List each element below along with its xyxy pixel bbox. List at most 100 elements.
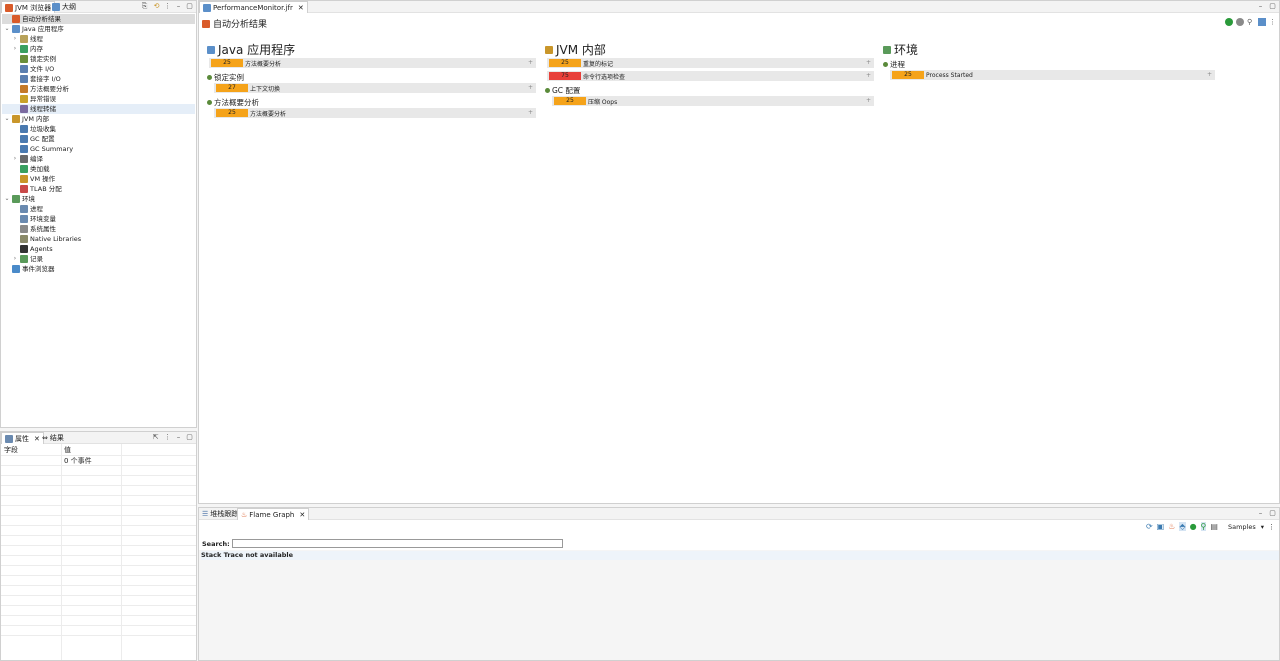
filter-icon[interactable] — [1236, 18, 1244, 26]
tree-item[interactable]: 方法概要分析 — [2, 84, 195, 94]
view-menu-icon[interactable]: ⋮ — [163, 2, 172, 11]
gc-config-icon — [20, 135, 28, 143]
chevron-down-icon[interactable]: ⌄ — [4, 114, 10, 124]
chevron-right-icon[interactable]: › — [12, 44, 18, 54]
result-label: 命令行选项检查 — [583, 73, 626, 81]
tree-item[interactable]: Native Libraries — [2, 234, 195, 244]
expand-icon[interactable]: + — [528, 58, 533, 68]
minimize-icon[interactable]: – — [1256, 2, 1265, 11]
env-vars-icon — [20, 215, 28, 223]
expand-icon[interactable]: + — [528, 108, 533, 118]
samples-select[interactable]: Samples ▾ — [1228, 523, 1264, 531]
close-icon[interactable]: ✕ — [298, 2, 304, 14]
chevron-down-icon[interactable]: ⌄ — [4, 24, 10, 34]
view-menu-icon[interactable]: ⋮ — [1268, 523, 1275, 531]
tab-jvm-browser[interactable]: JVM 浏览器 — [1, 1, 56, 13]
expand-icon[interactable]: + — [1207, 70, 1212, 80]
tab-properties[interactable]: 属性 ✕ — [1, 432, 44, 444]
result-row[interactable]: 27 上下文切换 + — [214, 83, 536, 93]
tree-item[interactable]: Agents — [2, 244, 195, 254]
tree-item[interactable]: 异常错误 — [2, 94, 195, 104]
tree-item[interactable]: 进程 — [2, 204, 195, 214]
tree-item[interactable]: 文件 I/O — [2, 64, 195, 74]
package-icon[interactable]: ● — [1190, 522, 1197, 531]
subsection-icon — [207, 75, 212, 80]
tree-item[interactable]: 事件浏览器 — [2, 264, 195, 274]
outline-icon — [52, 3, 60, 11]
result-row[interactable]: 25 方法概要分析 + — [209, 58, 536, 68]
tab-outline[interactable]: 大纲 — [49, 1, 79, 13]
tree-item[interactable]: 线程转储 — [2, 104, 195, 114]
result-row[interactable]: 25 重复的标记 + — [547, 58, 874, 68]
tree-item[interactable]: › 线程 — [2, 34, 195, 44]
refresh-icon[interactable]: ⟲ — [152, 2, 161, 11]
tree-item[interactable]: 套接字 I/O — [2, 74, 195, 84]
expand-icon[interactable]: + — [528, 83, 533, 93]
expand-icon[interactable]: + — [866, 58, 871, 68]
table-view-icon[interactable] — [1258, 18, 1266, 26]
tree-item-label: JVM 内部 — [22, 115, 50, 123]
flame-icon: ♨ — [241, 510, 248, 519]
reset-icon[interactable]: ⟳ — [1146, 522, 1153, 531]
tree-item[interactable]: ⌄ 环境 — [2, 194, 195, 204]
expand-icon[interactable]: + — [866, 96, 871, 106]
zoom-icon[interactable]: ⚲ — [1247, 18, 1255, 26]
tree-item[interactable]: ⌄ JVM 内部 — [2, 114, 195, 124]
connect-icon[interactable]: ⎘ — [140, 2, 149, 11]
maximize-icon[interactable]: ▢ — [185, 433, 194, 442]
tab-flame-graph[interactable]: ♨ Flame Graph ✕ — [237, 508, 310, 521]
minimize-icon[interactable]: – — [174, 2, 183, 11]
tree-item[interactable]: 类加载 — [2, 164, 195, 174]
chevron-down-icon[interactable]: ⌄ — [4, 194, 10, 204]
close-icon[interactable]: ✕ — [299, 509, 305, 521]
tab-stack-trace[interactable]: ☰ 堆栈跟踪 — [199, 508, 241, 520]
result-row[interactable]: 25 方法概要分析 + — [214, 108, 536, 118]
chevron-right-icon[interactable]: › — [12, 34, 18, 44]
view-menu-icon[interactable]: ⋮ — [1269, 18, 1276, 26]
tree-item-label: 异常错误 — [30, 95, 56, 103]
search-toggle-icon[interactable]: ⚲ — [1200, 522, 1207, 531]
chevron-right-icon[interactable]: › — [12, 254, 18, 264]
tree-item[interactable]: 环境变量 — [2, 214, 195, 224]
tree-item[interactable]: 自动分析结果 — [2, 14, 195, 24]
tab-results[interactable]: ⇔ 结果 — [39, 432, 67, 444]
analysis-icon — [12, 15, 20, 23]
ok-status-icon[interactable] — [1225, 18, 1233, 26]
maximize-icon[interactable]: ▢ — [1268, 2, 1277, 11]
tree-item[interactable]: › 内存 — [2, 44, 195, 54]
tree-item[interactable]: › 记录 — [2, 254, 195, 264]
search-input[interactable] — [231, 539, 563, 548]
chevron-right-icon[interactable]: › — [12, 154, 18, 164]
export-icon[interactable]: ▤ — [1210, 522, 1218, 531]
tree-item[interactable]: 垃圾收集 — [2, 124, 195, 134]
tree-item[interactable]: ⌄ Java 应用程序 — [2, 24, 195, 34]
minimize-icon[interactable]: – — [1256, 509, 1265, 518]
result-row[interactable]: 75 命令行选项检查 + — [547, 71, 874, 81]
java-app-icon — [12, 25, 20, 33]
subsection-title-text: GC 配置 — [552, 86, 581, 95]
tree-item[interactable]: VM 操作 — [2, 174, 195, 184]
section-title: JVM 内部 — [545, 41, 606, 58]
tab-label: 大纲 — [62, 3, 76, 11]
tab-performancemonitor[interactable]: PerformanceMonitor.jfr ✕ — [199, 1, 308, 13]
tree-item[interactable]: TLAB 分配 — [2, 184, 195, 194]
icicle-icon[interactable]: ⬘ — [1179, 522, 1186, 531]
flame-color-icon[interactable]: ♨ — [1168, 522, 1175, 531]
tree-item[interactable]: 系统属性 — [2, 224, 195, 234]
expand-icon[interactable]: + — [866, 71, 871, 81]
tree-item[interactable]: GC Summary — [2, 144, 195, 154]
tree-item-label: 文件 I/O — [30, 65, 55, 73]
result-row[interactable]: 25 压缩 Oops + — [552, 96, 874, 106]
view-menu-icon[interactable]: ⋮ — [163, 433, 172, 442]
minimize-icon[interactable]: – — [174, 433, 183, 442]
tree-item[interactable]: 锁定实例 — [2, 54, 195, 64]
socket-io-icon — [20, 75, 28, 83]
result-label: 重复的标记 — [583, 60, 614, 68]
maximize-icon[interactable]: ▢ — [185, 2, 194, 11]
result-row[interactable]: 25 Process Started + — [890, 70, 1215, 80]
pin-icon[interactable]: ⇱ — [151, 433, 160, 442]
save-icon[interactable]: ▣ — [1157, 522, 1165, 531]
tree-item[interactable]: › 编译 — [2, 154, 195, 164]
maximize-icon[interactable]: ▢ — [1268, 509, 1277, 518]
tree-item[interactable]: GC 配置 — [2, 134, 195, 144]
